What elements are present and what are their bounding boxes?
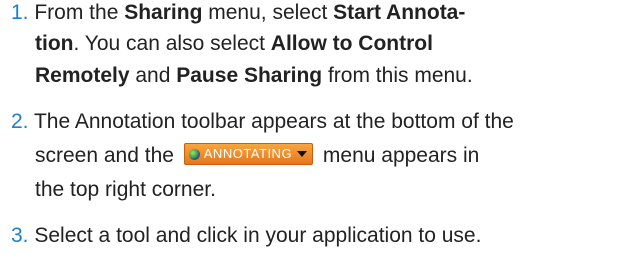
- globe-icon: [188, 148, 200, 160]
- step-2-line-2: screen and the ANNOTATING menu appears i…: [35, 143, 480, 167]
- step-1-line-2: tion. You can also select Allow to Contr…: [35, 32, 433, 55]
- step-2-line-3: the top right corner.: [35, 178, 216, 201]
- chevron-down-icon: [297, 151, 308, 158]
- annotating-menu-badge: ANNOTATING: [183, 143, 314, 166]
- step-1-line-3: Remotely and Pause Sharing from this men…: [35, 64, 473, 87]
- step-number: 2.: [11, 110, 29, 133]
- step-2-line-1: 2. The Annotation toolbar appears at the…: [11, 110, 514, 133]
- step-3-line-1: 3. Select a tool and click in your appli…: [11, 224, 482, 247]
- step-number: 3.: [11, 224, 29, 247]
- step-1-line-1: 1. From the Sharing menu, select Start A…: [11, 1, 466, 24]
- step-number: 1.: [11, 1, 29, 24]
